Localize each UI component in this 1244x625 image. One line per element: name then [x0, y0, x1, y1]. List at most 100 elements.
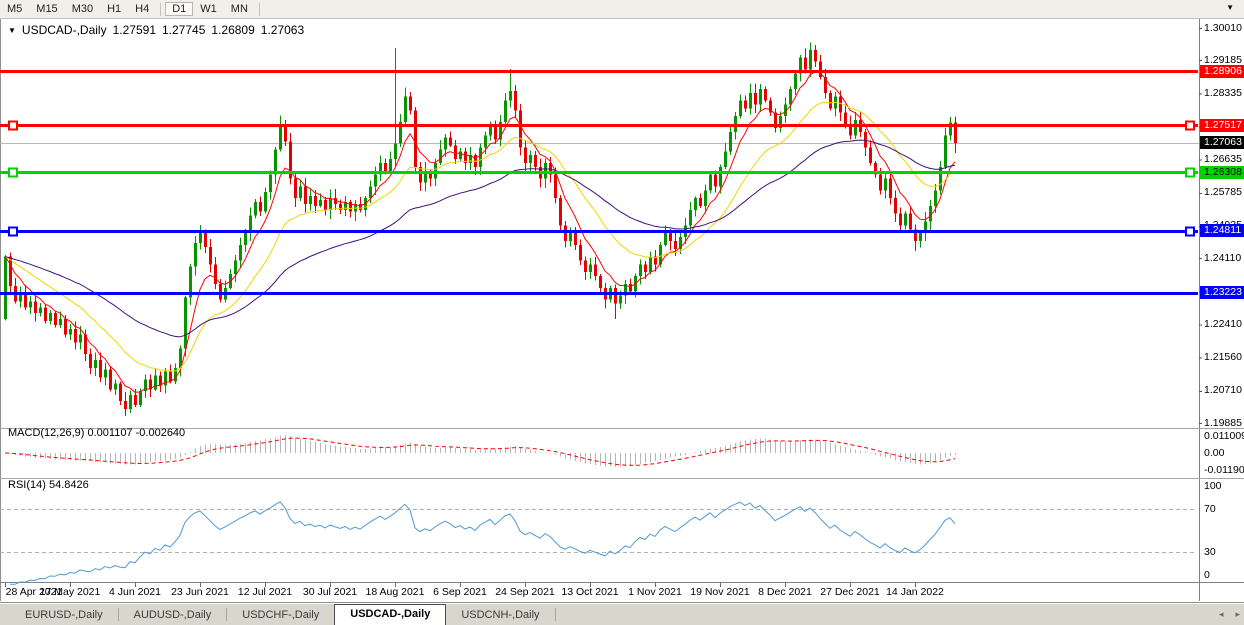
candle-body [294, 179, 297, 199]
timeframe-button-mn[interactable]: MN [224, 2, 255, 16]
candle-body [584, 261, 587, 273]
tab-scroll-arrows: ◂▸ [1207, 609, 1240, 620]
candle-body [104, 370, 107, 378]
candle-body [649, 257, 652, 273]
candle-body [94, 360, 97, 368]
candle-body [614, 288, 617, 304]
timeframe-button-h1[interactable]: H1 [100, 2, 128, 16]
candle-body [119, 383, 122, 401]
candle-body [759, 89, 762, 105]
rsi-indicator-label: RSI(14) 54.8426 [8, 479, 89, 491]
candle-body [69, 329, 72, 335]
price-axis-label: 1.20710 [1204, 384, 1242, 397]
candle-body [909, 214, 912, 230]
price-level-badge: 1.23223 [1200, 286, 1244, 299]
candle-body [404, 97, 407, 122]
quote-high: 1.27745 [162, 23, 205, 37]
tab-audusd[interactable]: AUDUSD-,Daily [119, 605, 227, 625]
candle-body [524, 147, 527, 163]
candle-body [454, 145, 457, 159]
candle-body [829, 93, 832, 109]
candle-body [629, 284, 632, 292]
candle-body [714, 175, 717, 187]
line-anchor-handle[interactable] [1186, 169, 1194, 177]
candle-body [884, 179, 887, 191]
price-axis-label: 1.26635 [1204, 153, 1242, 166]
candle-body [129, 395, 132, 409]
price-axis-label: 1.22410 [1204, 318, 1242, 331]
candle-body [894, 198, 897, 214]
candle-body [159, 376, 162, 386]
tab-usdcnh[interactable]: USDCNH-,Daily [446, 605, 554, 625]
candle-body [299, 186, 302, 198]
toolbar-overflow-icon[interactable]: ▼ [1226, 3, 1234, 12]
candle-body [124, 401, 127, 409]
collapse-arrow-icon[interactable]: ▼ [8, 26, 16, 35]
candle-body [574, 233, 577, 245]
timeframe-button-m5[interactable]: M5 [0, 2, 29, 16]
candle-body [4, 257, 7, 319]
toolbar-separator [259, 3, 260, 16]
candle-body [904, 214, 907, 226]
tab-eurusd[interactable]: EURUSD-,Daily [10, 605, 118, 625]
line-anchor-handle[interactable] [9, 169, 17, 177]
candle-body [864, 132, 867, 148]
tab-usdchf[interactable]: USDCHF-,Daily [227, 605, 334, 625]
candle-body [544, 163, 547, 179]
macd-axis-label: 0.011009 [1204, 430, 1244, 443]
candle-body [109, 370, 112, 390]
candle-body [899, 214, 902, 226]
price-axis-label: 1.21560 [1204, 351, 1242, 364]
candle-body [889, 179, 892, 199]
timeframe-button-m15[interactable]: M15 [29, 2, 64, 16]
candle-body [534, 155, 537, 167]
macd-indicator-label: MACD(12,26,9) 0.001107 -0.002640 [8, 427, 185, 439]
timeframe-button-m30[interactable]: M30 [65, 2, 100, 16]
candle-body [324, 200, 327, 210]
price-axis-label: 1.25785 [1204, 186, 1242, 199]
timeframe-button-w1[interactable]: W1 [193, 2, 224, 16]
macd-axis-label: 0.00 [1204, 447, 1224, 460]
timeframe-button-h4[interactable]: H4 [128, 2, 156, 16]
x-axis-label: 12 Jul 2021 [238, 586, 292, 598]
candle-body [209, 247, 212, 265]
candle-body [434, 163, 437, 179]
candle-body [139, 391, 142, 405]
line-anchor-handle[interactable] [1186, 228, 1194, 236]
candle-body [699, 198, 702, 206]
candle-body [754, 93, 757, 105]
tab-usdcad-active[interactable]: USDCAD-,Daily [334, 604, 446, 625]
candle-body [689, 210, 692, 226]
candle-body [439, 149, 442, 163]
candle-body [194, 243, 197, 266]
candle-body [394, 143, 397, 159]
candle-body [694, 198, 697, 210]
rsi-line [10, 502, 955, 585]
x-axis-label: 14 Jan 2022 [886, 586, 944, 598]
candle-body [504, 101, 507, 122]
candle-body [794, 73, 797, 89]
candle-body [169, 372, 172, 382]
tab-scroll-left-icon[interactable]: ◂ [1219, 609, 1224, 619]
rsi-axis-label: 70 [1204, 503, 1216, 516]
candle-body [264, 192, 267, 212]
price-level-badge: 1.27517 [1200, 119, 1244, 132]
line-anchor-handle[interactable] [1186, 122, 1194, 130]
candle-body [369, 186, 372, 198]
line-anchor-handle[interactable] [9, 228, 17, 236]
candle-body [509, 91, 512, 101]
candle-body [869, 147, 872, 163]
candle-body [114, 383, 117, 389]
candle-body [254, 202, 257, 216]
candle-body [719, 167, 722, 187]
candle-body [844, 112, 847, 124]
current-price-badge: 1.27063 [1200, 136, 1244, 149]
candle-body [199, 231, 202, 243]
candle-body [409, 97, 412, 111]
line-anchor-handle[interactable] [9, 122, 17, 130]
price-axis-label: 1.19885 [1204, 417, 1242, 430]
timeframe-button-d1[interactable]: D1 [165, 2, 193, 16]
tab-scroll-right-icon[interactable]: ▸ [1235, 609, 1240, 619]
x-axis-label: 27 Dec 2021 [820, 586, 880, 598]
candle-body [374, 175, 377, 187]
